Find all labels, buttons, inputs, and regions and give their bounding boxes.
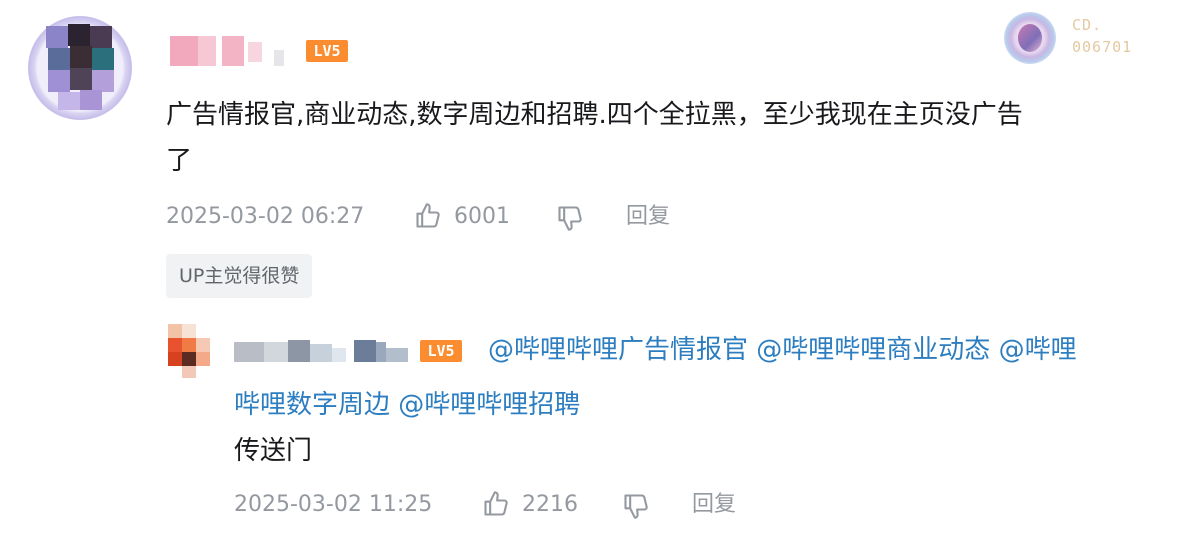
mention-link[interactable]: @哔哩哔哩广告情报官 [488,335,748,365]
reply-like-count: 2216 [522,492,578,517]
comment-text-line1: 广告情报官,商业动态,数字周边和招聘.四个全拉黑，至少我现在主页没广告 [166,100,1023,130]
mention-link[interactable]: 哔哩数字周边 [234,390,390,420]
comment-text-line2: 了 [166,146,193,176]
thumbs-down-icon[interactable] [556,204,584,232]
mention-link[interactable]: @哔哩哔哩招聘 [398,390,580,420]
replier-level-badge: LV5 [420,340,462,362]
mention-link[interactable]: @哔哩 [999,335,1077,365]
comment-reply-button[interactable]: 回复 [626,202,670,232]
reply-text-line2: 哔哩数字周边 @哔哩哔哩招聘 [234,382,580,428]
thumbs-up-icon[interactable] [414,202,442,230]
fan-medal-number: CD. 006701 [1072,16,1133,56]
reply-text-line1: @哔哩哔哩广告情报官 @哔哩哔哩商业动态 @哔哩 [488,327,1077,373]
thumbs-down-icon[interactable] [622,492,650,520]
user-level-badge: LV5 [306,40,348,62]
reply-text-line3: 传送门 [234,436,313,466]
fan-medal-badge [1004,12,1056,64]
commenter-username-blurred[interactable] [170,36,300,66]
replier-username-blurred[interactable] [234,340,410,364]
up-liked-tag: UP主觉得很赞 [166,254,313,298]
replier-avatar[interactable] [168,324,210,378]
mention-link[interactable]: @哔哩哔哩商业动态 [756,335,990,365]
comment-like-count: 6001 [454,204,510,229]
comment-timestamp: 2025-03-02 06:27 [166,204,365,229]
commenter-avatar[interactable] [28,16,132,120]
reply-timestamp: 2025-03-02 11:25 [234,492,433,517]
reply-reply-button[interactable]: 回复 [692,490,736,520]
thumbs-up-icon[interactable] [482,490,510,518]
